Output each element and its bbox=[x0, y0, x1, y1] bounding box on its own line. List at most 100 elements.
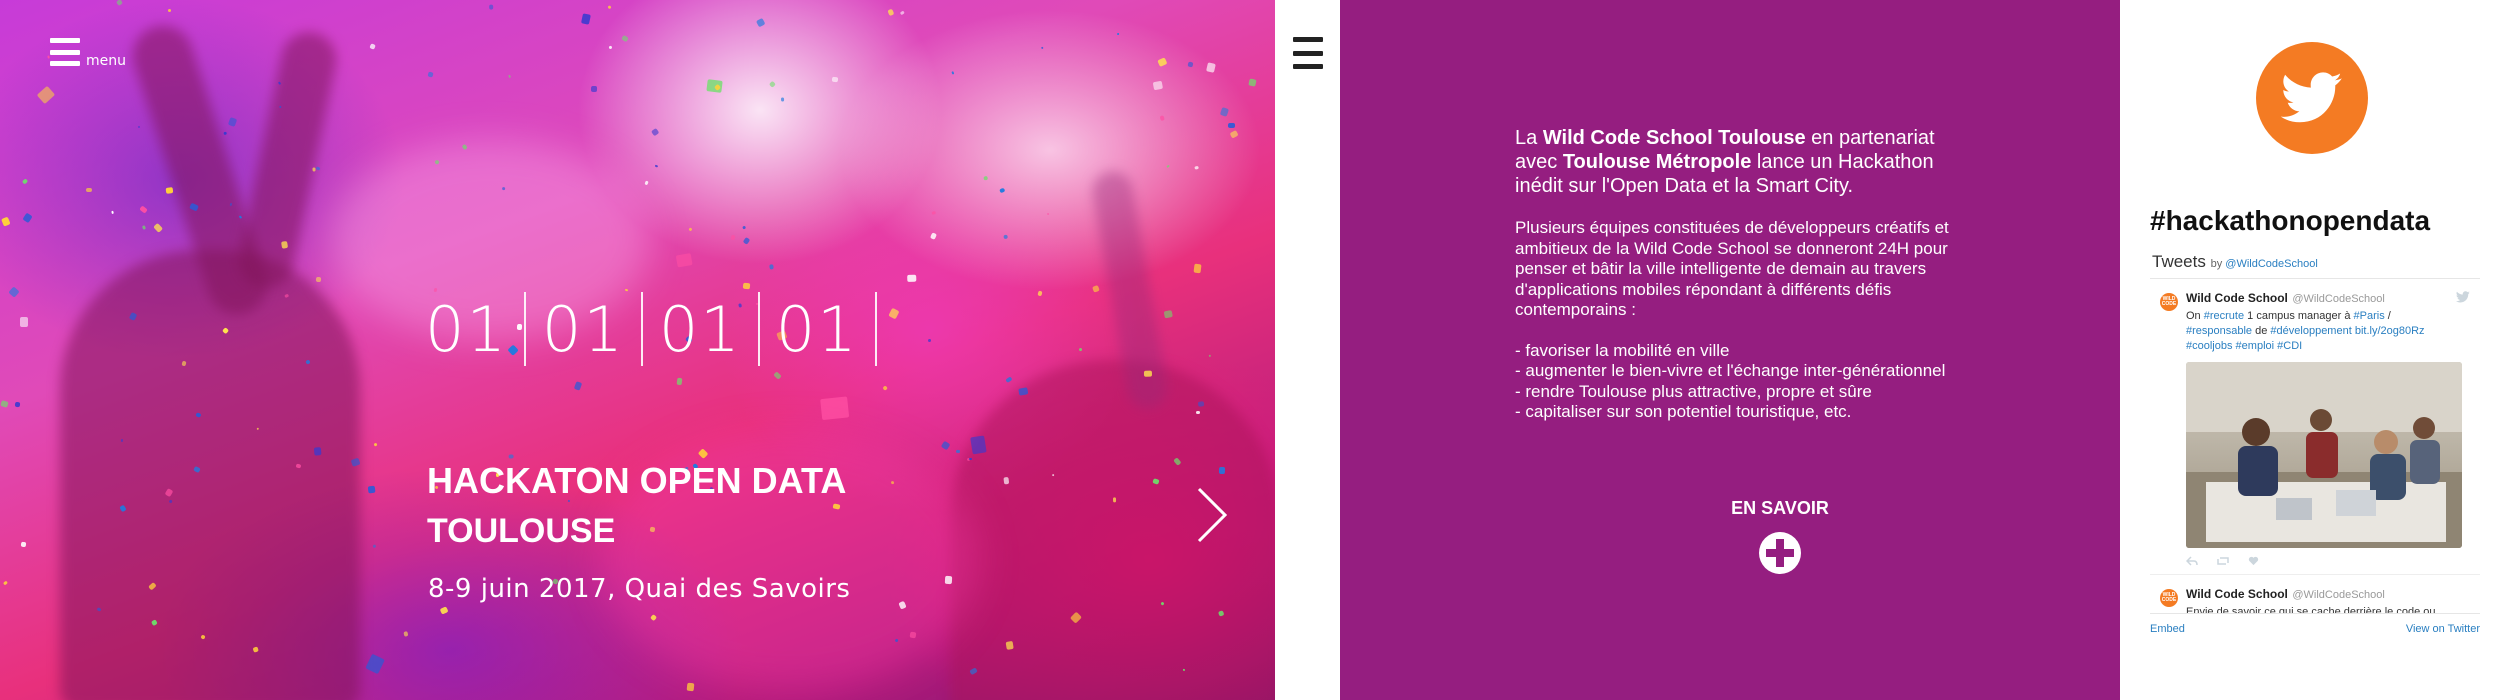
like-icon[interactable] bbox=[2248, 556, 2259, 566]
chevron-right-icon bbox=[1197, 487, 1228, 543]
powder-speck bbox=[688, 227, 694, 232]
hashtag-link[interactable]: #CDI bbox=[2277, 340, 2302, 352]
menu-button[interactable]: menu bbox=[50, 38, 126, 68]
powder-speck bbox=[983, 176, 989, 181]
countdown-hours: 01 bbox=[541, 292, 625, 366]
countdown-divider bbox=[640, 292, 643, 366]
intro-text: La bbox=[1515, 127, 1543, 149]
powder-speck bbox=[940, 440, 951, 451]
tweet-header: Wild Code School @WildCodeSchool bbox=[2186, 289, 2470, 307]
tweet-handle[interactable]: @WildCodeSchool bbox=[2292, 293, 2385, 305]
powder-speck bbox=[945, 576, 953, 585]
countdown-minutes: 01 bbox=[658, 292, 742, 366]
powder-speck bbox=[373, 442, 378, 447]
powder-speck bbox=[1037, 290, 1043, 297]
powder-speck bbox=[1046, 212, 1050, 216]
powder-speck bbox=[1156, 57, 1167, 67]
tweet-photo[interactable] bbox=[2186, 362, 2462, 548]
powder-speck bbox=[1152, 80, 1163, 91]
countdown-seconds: 01 bbox=[775, 292, 859, 366]
powder-speck bbox=[931, 210, 937, 216]
event-date: 8-9 juin 2017, Quai des Savoirs bbox=[428, 574, 851, 604]
powder-speck bbox=[1004, 235, 1009, 240]
avatar[interactable]: WILD CODE bbox=[2160, 293, 2178, 311]
powder-speck bbox=[138, 205, 148, 214]
hashtag-link[interactable]: #Paris bbox=[2354, 310, 2385, 322]
powder-speck bbox=[1003, 476, 1010, 484]
by-handle-link[interactable]: @WildCodeSchool bbox=[2225, 258, 2318, 270]
powder-speck bbox=[367, 485, 376, 494]
retweet-icon[interactable] bbox=[2216, 556, 2230, 566]
powder-speck bbox=[1248, 78, 1257, 87]
hashtag-title: #hackathonopendata bbox=[2150, 205, 2431, 236]
goal-item: - rendre Toulouse plus attractive, propr… bbox=[1515, 381, 1872, 401]
tweet-actions bbox=[2186, 556, 2470, 566]
powder-speck bbox=[507, 74, 512, 79]
countdown-divider bbox=[874, 292, 877, 366]
hashtag-link[interactable]: #développement bbox=[2270, 325, 2351, 337]
powder-speck bbox=[1040, 46, 1044, 51]
powder-speck bbox=[831, 77, 838, 83]
powder-speck bbox=[970, 435, 987, 455]
powder-speck bbox=[137, 125, 141, 129]
powder-speck bbox=[608, 45, 613, 49]
powder-speck bbox=[1218, 466, 1225, 475]
tweet-text: Envie de savoir ce qui se cache derrière… bbox=[2186, 606, 2436, 614]
powder-speck bbox=[887, 8, 894, 17]
event-city: TOULOUSE bbox=[427, 512, 616, 550]
hashtag-link[interactable]: #recrute bbox=[2204, 310, 2244, 322]
powder-speck bbox=[116, 0, 124, 6]
powder-speck bbox=[315, 166, 321, 172]
learn-more-button[interactable]: EN SAVOIR bbox=[1700, 498, 1860, 575]
powder-speck bbox=[224, 131, 228, 135]
url-link[interactable]: bit.ly/2og80Rz bbox=[2355, 325, 2425, 337]
powder-speck bbox=[2, 580, 8, 586]
powder-speck bbox=[1166, 164, 1171, 169]
tweet-item: WILD CODE Wild Code School @WildCodeScho… bbox=[2150, 279, 2480, 566]
tweet-timeline[interactable]: WILD CODE Wild Code School @WildCodeScho… bbox=[2150, 278, 2480, 614]
tweet-author[interactable]: Wild Code School bbox=[2186, 291, 2288, 305]
powder-speck bbox=[8, 286, 20, 298]
powder-speck bbox=[1092, 284, 1100, 293]
powder-speck bbox=[1229, 129, 1239, 139]
hashtag-link[interactable]: #emploi bbox=[2236, 340, 2275, 352]
goal-item: - favoriser la mobilité en ville bbox=[1515, 340, 1730, 360]
tweet-author[interactable]: Wild Code School bbox=[2186, 587, 2288, 601]
powder-speck bbox=[900, 10, 905, 16]
next-slide-button[interactable] bbox=[1195, 485, 1229, 550]
powder-speck bbox=[780, 97, 784, 102]
powder-speck bbox=[820, 396, 850, 421]
powder-speck bbox=[676, 378, 683, 386]
powder-speck bbox=[999, 187, 1006, 194]
powder-speck bbox=[141, 225, 146, 231]
side-menu-button[interactable] bbox=[1293, 37, 1323, 69]
powder-speck bbox=[769, 80, 777, 89]
powder-speck bbox=[650, 127, 660, 137]
countdown-days: 01 bbox=[425, 292, 508, 366]
goal-item: - augmenter le bien-vivre et l'échange i… bbox=[1515, 361, 1946, 380]
avatar[interactable]: WILD CODE bbox=[2160, 589, 2178, 607]
powder-speck bbox=[1227, 122, 1236, 129]
powder-speck bbox=[372, 544, 377, 549]
tweet-text-part: de bbox=[2252, 325, 2271, 337]
embed-link[interactable]: Embed bbox=[2150, 623, 2185, 635]
powder-speck bbox=[907, 274, 917, 283]
hashtag-link[interactable]: #cooljobs bbox=[2186, 340, 2232, 352]
tweet-text-part: / bbox=[2384, 310, 2391, 322]
tweets-header: Tweets by @WildCodeSchool bbox=[2152, 252, 2318, 272]
tweets-label: Tweets bbox=[2152, 252, 2206, 271]
powder-speck bbox=[37, 85, 56, 104]
hashtag-link[interactable]: #responsable bbox=[2186, 325, 2252, 337]
powder-speck bbox=[742, 283, 751, 291]
powder-speck bbox=[427, 71, 434, 79]
reply-icon[interactable] bbox=[2186, 556, 2198, 566]
powder-speck bbox=[654, 164, 658, 167]
view-on-twitter-link[interactable]: View on Twitter bbox=[2406, 623, 2480, 635]
tweet-item: WILD CODE Wild Code School @WildCodeScho… bbox=[2150, 574, 2480, 614]
powder-speck bbox=[315, 277, 321, 283]
org-name: Wild Code School Toulouse bbox=[1542, 127, 1806, 149]
tweet-handle[interactable]: @WildCodeSchool bbox=[2292, 589, 2385, 601]
powder-speck bbox=[1018, 387, 1029, 396]
twitter-bird-icon[interactable] bbox=[2456, 291, 2470, 303]
tweet-text-part: 1 campus manager à bbox=[2244, 310, 2354, 322]
